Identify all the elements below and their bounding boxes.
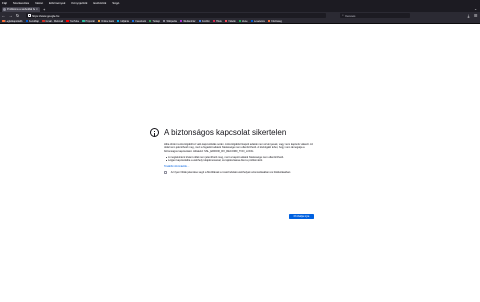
bookmark-favicon-icon (148, 19, 152, 23)
back-icon[interactable]: ← (0, 12, 7, 19)
try-again-button[interactable]: Próbálja újra (289, 214, 314, 219)
bookmark-label: Kezdőlap (29, 19, 39, 23)
bookmark-label: Facebook (135, 19, 146, 23)
bookmark-item[interactable]: Zene (238, 19, 248, 23)
bookmark-item[interactable]: Közösség (267, 19, 282, 23)
chevron-down-icon[interactable]: ⌄ (474, 7, 477, 12)
bookmark-label: Videók (228, 19, 236, 23)
error-bullet: Lépjen kapcsolatba a webhely tulajdonosa… (165, 159, 314, 162)
bookmark-favicon-icon (238, 19, 242, 23)
search-icon: ⌕ (342, 13, 344, 17)
bookmark-favicon-icon (97, 19, 101, 23)
bookmark-label: Legfelkapottabb (5, 19, 23, 23)
page-content: A biztonságos kapcsolat sikertelen Hiba … (0, 24, 480, 302)
new-tab-button[interactable]: + (43, 7, 45, 12)
bookmark-item[interactable]: Hírek (212, 19, 222, 23)
url-bar[interactable]: https://www.google.hu (26, 13, 326, 18)
bookmark-favicon-icon (179, 19, 183, 23)
bookmark-favicon-icon (131, 19, 135, 23)
bookmark-label: Wikipédia (166, 19, 177, 23)
bookmark-label: Közösség (271, 19, 282, 23)
hamburger-menu-icon[interactable]: ☰ (472, 12, 479, 19)
bookmark-label: Online bank (101, 19, 114, 23)
bookmark-favicon-icon (116, 19, 120, 23)
reload-icon[interactable]: ↻ (14, 12, 21, 19)
bookmark-label: Hírek (216, 19, 222, 23)
bookmark-item[interactable]: Levelezés (250, 19, 265, 23)
close-icon[interactable]: × (36, 7, 39, 11)
error-body: Hiba történt a kiszolgálóhoz való kapcso… (164, 143, 314, 174)
bookmark-item[interactable]: Hírportál (82, 20, 95, 23)
bookmark-label: Térkép (152, 19, 160, 23)
bookmark-item[interactable]: Fordító (198, 19, 210, 23)
bookmark-item[interactable]: Térkép (148, 19, 160, 23)
error-title: A biztonságos kapcsolat sikertelen (164, 128, 287, 137)
bookmark-favicon-icon (162, 19, 166, 23)
bookmark-item[interactable]: Kezdőlap (25, 19, 39, 23)
bookmark-favicon-icon (267, 19, 271, 23)
bookmark-label: YouTube (69, 19, 80, 23)
bookmark-item[interactable]: Legfelkapottabb (2, 20, 23, 23)
bookmark-favicon-icon (224, 19, 228, 23)
search-placeholder: Keresés (345, 13, 356, 18)
bookmark-label: Webáruház (183, 19, 196, 23)
nav-bar: ← → ↻ https://www.google.hu ⌕ Keresés ⤓ … (0, 12, 480, 19)
forward-icon[interactable]: → (7, 12, 14, 19)
bookmark-favicon-icon (42, 19, 45, 23)
bookmark-item[interactable]: Videók (224, 19, 236, 23)
bookmark-item[interactable]: Gmail - Webmail (42, 20, 63, 23)
bookmark-label: Gmail - Webmail (45, 19, 64, 23)
bookmark-label: Fordító (202, 19, 210, 23)
bookmark-label: Hírportál (85, 19, 95, 23)
bookmark-favicon-icon (198, 19, 201, 23)
error-bullet-list: A megtekinteni kívánt oldal nem jeleníth… (164, 156, 314, 163)
downloads-icon[interactable]: ⤓ (465, 12, 472, 19)
lock-icon (28, 14, 31, 17)
bookmark-favicon-icon (2, 19, 5, 23)
report-errors-label: Az ilyen hibák jelentése segít a Mozillá… (170, 171, 291, 175)
bookmark-item[interactable]: Wikipédia (162, 19, 177, 23)
bookmark-favicon-icon (250, 19, 254, 23)
tab-favicon (3, 7, 6, 11)
report-errors-checkbox-row[interactable]: Az ilyen hibák jelentése segít a Mozillá… (164, 171, 314, 174)
bookmark-label: Levelezés (254, 19, 265, 23)
bookmark-item[interactable]: Facebook (131, 19, 146, 23)
search-input[interactable]: ⌕ Keresés (340, 13, 410, 18)
url-text[interactable]: https://www.google.hu (32, 14, 59, 18)
toolbar-right: ⤓ ☰ (465, 12, 479, 19)
tab-title: Probléma a weboldal betöltésekor (7, 7, 35, 11)
bookmark-favicon-icon (66, 19, 69, 23)
bookmark-item[interactable]: Online bank (97, 19, 114, 23)
info-icon (150, 128, 159, 137)
bookmark-item[interactable]: Webáruház (179, 19, 196, 23)
error-description: Hiba történt a kiszolgálóhoz való kapcso… (164, 143, 314, 153)
bookmark-label: Zene (242, 19, 248, 23)
bookmark-favicon-icon (82, 19, 85, 23)
bookmark-item[interactable]: YouTube (66, 20, 79, 23)
bookmark-favicon-icon (212, 19, 216, 23)
report-errors-checkbox[interactable] (164, 171, 167, 175)
learn-more-link[interactable]: További információk… (164, 165, 314, 168)
bookmark-label: Időjárás (120, 19, 129, 23)
bookmark-favicon-icon (25, 19, 29, 23)
bookmark-item[interactable]: Időjárás (116, 19, 129, 23)
